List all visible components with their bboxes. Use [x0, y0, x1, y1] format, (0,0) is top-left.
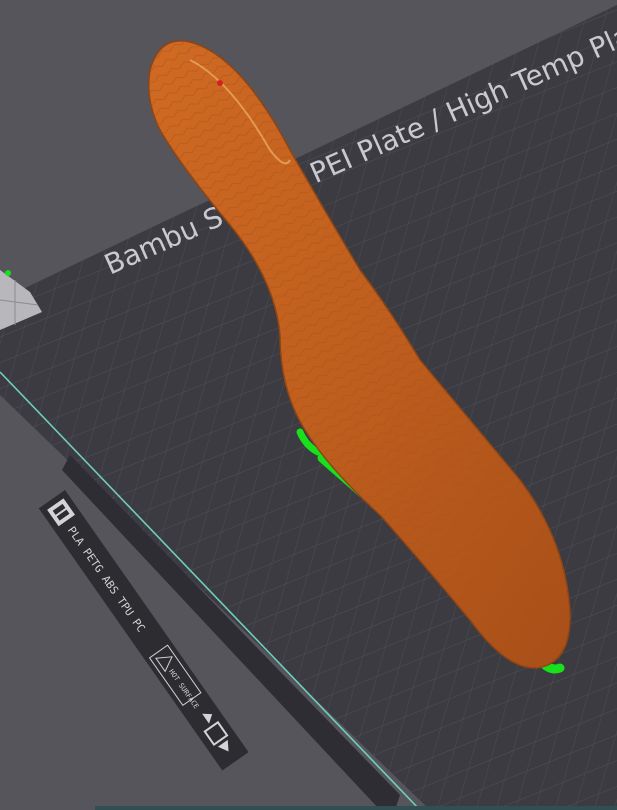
3d-viewport[interactable]: Bambu Smooth PEI Plate / High Temp Plate…: [0, 0, 617, 810]
bottom-toolbar-edge: [95, 806, 617, 810]
scene-canvas[interactable]: Bambu Smooth PEI Plate / High Temp Plate…: [0, 0, 617, 810]
seam-marker: [217, 80, 223, 86]
